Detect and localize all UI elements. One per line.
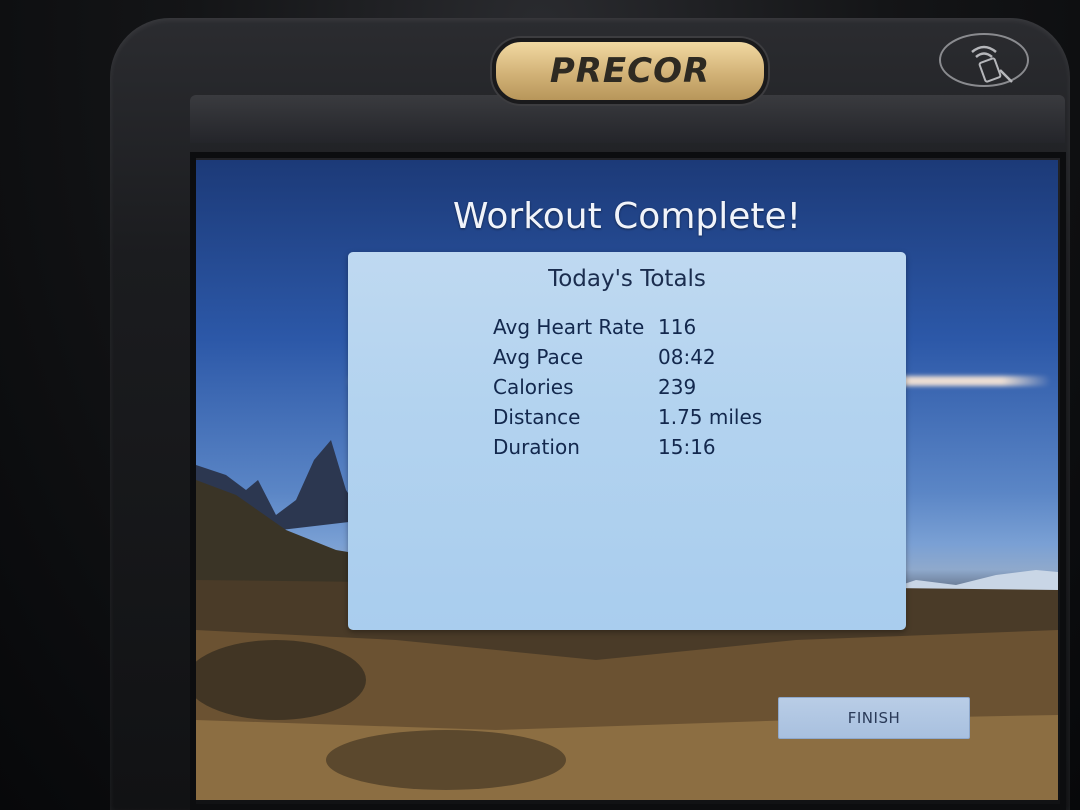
finish-button[interactable]: FINISH [778, 697, 970, 739]
stat-row-heart-rate: Avg Heart Rate 116 [493, 312, 858, 342]
stat-row-pace: Avg Pace 08:42 [493, 342, 858, 372]
display-screen: Workout Complete! Today's Totals Avg Hea… [196, 160, 1058, 800]
workout-complete-title: Workout Complete! [452, 196, 802, 237]
stat-label: Distance [493, 405, 581, 429]
stat-row-calories: Calories 239 [493, 372, 858, 402]
stat-value: 1.75 miles [658, 405, 763, 429]
stat-value: 239 [658, 375, 697, 399]
stat-label: Avg Pace [493, 345, 584, 369]
brand-logo: PRECOR [549, 51, 711, 91]
contactless-tap-icon [938, 30, 1030, 90]
stat-row-distance: Distance 1.75 miles [493, 402, 858, 432]
treadmill-console: PRECOR Workout Complete! Today's Totals … [0, 0, 1080, 810]
stat-label: Avg Heart Rate [493, 315, 645, 339]
totals-list: Avg Heart Rate 116 Avg Pace 08:42 Calori… [493, 312, 858, 462]
stat-value: 08:42 [658, 345, 716, 369]
brand-badge: PRECOR [492, 38, 768, 104]
stat-label: Duration [493, 435, 580, 459]
stat-value: 15:16 [658, 435, 716, 459]
totals-panel: Today's Totals Avg Heart Rate 116 Avg Pa… [348, 252, 906, 630]
stat-label: Calories [493, 375, 574, 399]
stat-row-duration: Duration 15:16 [493, 432, 858, 462]
totals-heading: Today's Totals [548, 266, 706, 292]
stat-value: 116 [658, 315, 697, 339]
